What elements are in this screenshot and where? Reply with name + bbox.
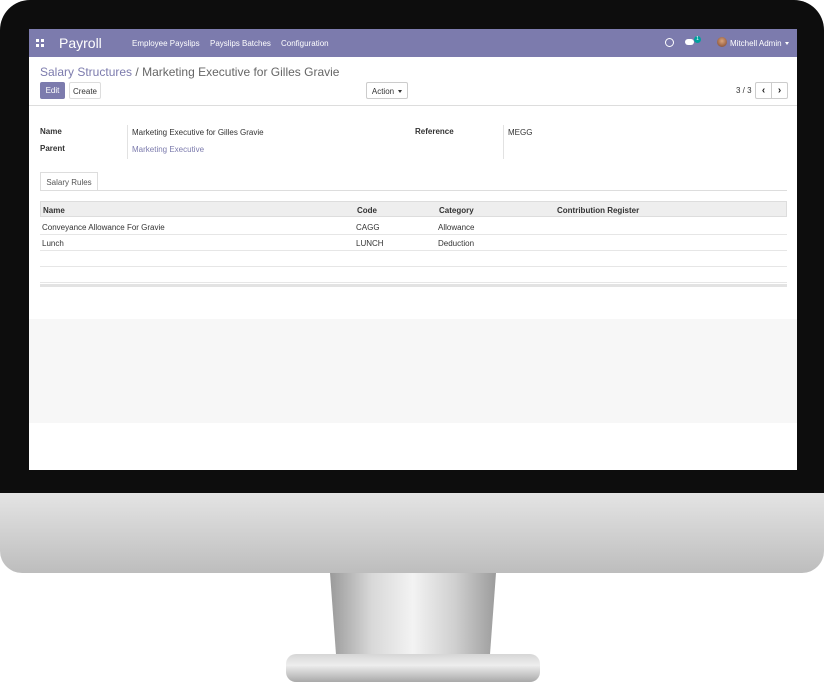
chevron-left-icon[interactable]: ‹: [755, 82, 772, 99]
breadcrumb-salary-structures[interactable]: Salary Structures: [40, 65, 132, 79]
table-row-empty: [40, 267, 787, 283]
edit-button[interactable]: Edit: [40, 82, 65, 99]
monitor-chin: [0, 493, 824, 573]
cell-category: Deduction: [438, 239, 475, 248]
column-header-code[interactable]: Code: [357, 206, 377, 215]
cell-code: LUNCH: [356, 239, 384, 248]
reference-label: Reference: [415, 127, 454, 136]
control-panel-divider: [29, 105, 797, 106]
column-header-name[interactable]: Name: [43, 206, 65, 215]
chat-badge: 1: [694, 36, 701, 43]
pager-value: 3 / 3: [736, 86, 752, 95]
cell-code: CAGG: [356, 223, 380, 232]
cell-category: Allowance: [438, 223, 475, 232]
monitor-stand: [330, 573, 496, 663]
create-button[interactable]: Create: [69, 82, 101, 99]
caret-down-icon: [398, 90, 403, 94]
breadcrumb-current: Marketing Executive for Gilles Gravie: [142, 65, 340, 79]
name-value: Marketing Executive for Gilles Gravie: [132, 128, 264, 137]
clock-icon[interactable]: [665, 38, 674, 47]
breadcrumb-separator: /: [135, 65, 139, 79]
parent-label: Parent: [40, 144, 65, 153]
column-header-contribution-register[interactable]: Contribution Register: [557, 206, 639, 215]
cell-name: Conveyance Allowance For Gravie: [42, 223, 165, 232]
field-divider: [127, 125, 128, 159]
table-header: Name Code Category Contribution Register: [40, 201, 787, 217]
chat-icon[interactable]: [685, 39, 694, 45]
name-label: Name: [40, 127, 62, 136]
user-menu[interactable]: Mitchell Admin: [730, 39, 782, 48]
cell-name: Lunch: [42, 239, 64, 248]
action-label: Action: [371, 87, 395, 96]
avatar[interactable]: [717, 37, 727, 47]
chevron-right-icon[interactable]: ›: [771, 82, 788, 99]
column-header-category[interactable]: Category: [439, 206, 474, 215]
tab-salary-rules[interactable]: Salary Rules: [40, 172, 98, 191]
table-row[interactable]: Lunch LUNCH Deduction: [40, 235, 787, 251]
reference-value: MEGG: [508, 128, 533, 137]
chatter-area: [29, 319, 797, 423]
app-name[interactable]: Payroll: [59, 35, 102, 51]
menu-employee-payslips[interactable]: Employee Payslips: [132, 39, 200, 48]
breadcrumb: Salary Structures / Marketing Executive …: [40, 65, 339, 79]
table-row-empty: [40, 251, 787, 267]
field-divider: [503, 125, 504, 159]
menu-configuration[interactable]: Configuration: [281, 39, 329, 48]
screen: Payroll Employee Payslips Payslips Batch…: [29, 29, 797, 470]
action-dropdown[interactable]: Action: [366, 82, 408, 99]
tab-divider: [40, 190, 787, 191]
monitor-stand-base: [286, 654, 540, 682]
apps-grid-icon[interactable]: [36, 39, 44, 47]
top-navbar: Payroll Employee Payslips Payslips Batch…: [29, 29, 797, 57]
parent-link[interactable]: Marketing Executive: [132, 145, 204, 154]
table-footer: [40, 284, 787, 287]
menu-payslips-batches[interactable]: Payslips Batches: [210, 39, 271, 48]
table-row[interactable]: Conveyance Allowance For Gravie CAGG All…: [40, 219, 787, 235]
caret-down-icon: [785, 42, 789, 45]
